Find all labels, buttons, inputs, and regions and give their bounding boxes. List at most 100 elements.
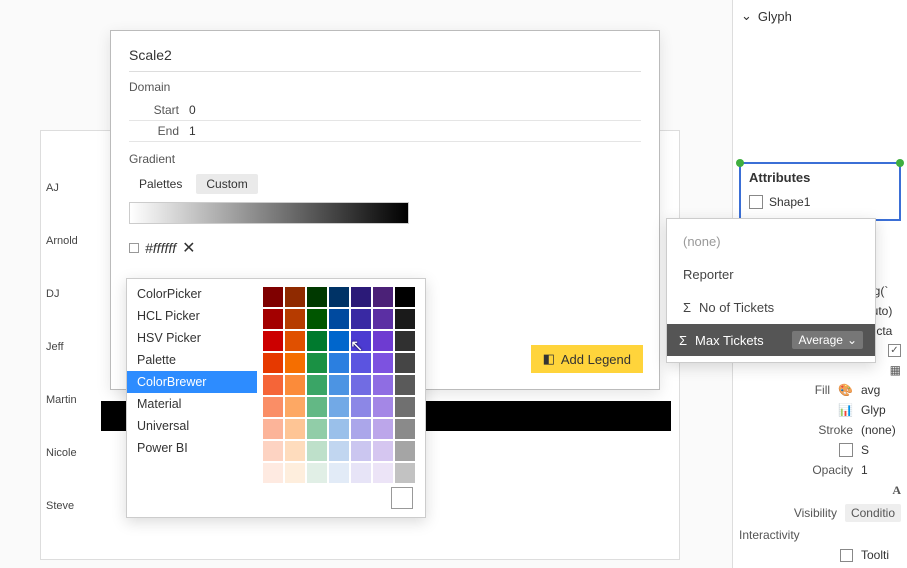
color-swatch[interactable]	[307, 353, 327, 373]
color-swatch[interactable]	[285, 331, 305, 351]
color-swatch[interactable]	[263, 441, 283, 461]
s-row[interactable]: S	[739, 440, 901, 460]
end-value[interactable]: 1	[189, 124, 641, 138]
color-swatch[interactable]	[395, 375, 415, 395]
color-swatch[interactable]	[263, 463, 283, 483]
color-swatch[interactable]	[373, 441, 393, 461]
color-swatch[interactable]	[351, 463, 371, 483]
opacity-row[interactable]: Opacity 1	[739, 460, 901, 480]
grid-icon-row[interactable]: ▦	[739, 360, 901, 380]
close-icon[interactable]: ✕	[182, 238, 195, 258]
color-swatch[interactable]	[307, 463, 327, 483]
color-swatch[interactable]	[285, 419, 305, 439]
color-swatch[interactable]	[373, 419, 393, 439]
glyph-icon-row[interactable]: 📊 Glyp	[739, 400, 901, 420]
color-swatch[interactable]	[285, 309, 305, 329]
color-swatch[interactable]	[329, 397, 349, 417]
checkbox-icon[interactable]: ✓	[888, 344, 901, 357]
color-swatch[interactable]	[263, 309, 283, 329]
color-swatch[interactable]	[307, 441, 327, 461]
field-item-max-tickets[interactable]: Σ Max Tickets Average ⌄	[667, 324, 875, 356]
color-swatch[interactable]	[351, 309, 371, 329]
color-swatch[interactable]	[373, 463, 393, 483]
fill-row[interactable]: Fill 🎨 avg	[739, 380, 901, 400]
color-swatch[interactable]	[285, 375, 305, 395]
color-swatch[interactable]	[395, 441, 415, 461]
color-swatch[interactable]	[351, 287, 371, 307]
stroke-row[interactable]: Stroke (none)	[739, 420, 901, 440]
start-value[interactable]: 0	[189, 103, 641, 117]
domain-end-row[interactable]: End 1	[129, 121, 641, 142]
color-swatch[interactable]	[373, 375, 393, 395]
color-swatch[interactable]	[373, 287, 393, 307]
picker-item-hsv[interactable]: HSV Picker	[127, 327, 257, 349]
tooltip-row[interactable]: Toolti	[739, 545, 901, 565]
tab-palettes[interactable]: Palettes	[129, 174, 192, 194]
panel-section-glyph[interactable]: ⌄ Glyph	[739, 4, 901, 32]
color-swatch[interactable]	[307, 419, 327, 439]
color-swatch[interactable]	[329, 287, 349, 307]
picker-item-colorbrewer[interactable]: ColorBrewer	[127, 371, 257, 393]
color-swatch[interactable]	[395, 309, 415, 329]
color-swatch[interactable]	[351, 353, 371, 373]
color-swatch[interactable]	[263, 375, 283, 395]
aggregation-dropdown[interactable]: Average ⌄	[792, 331, 863, 349]
hex-input-row[interactable]: #ffffff ✕	[129, 238, 641, 258]
color-swatch[interactable]	[395, 419, 415, 439]
picker-item-palette[interactable]: Palette	[127, 349, 257, 371]
color-swatch[interactable]	[329, 309, 349, 329]
color-swatch[interactable]	[351, 375, 371, 395]
color-swatch[interactable]	[373, 309, 393, 329]
picker-item-powerbi[interactable]: Power BI	[127, 437, 257, 459]
color-swatch[interactable]	[395, 331, 415, 351]
field-item-none[interactable]: (none)	[667, 225, 875, 258]
color-swatch[interactable]	[307, 287, 327, 307]
color-swatch[interactable]	[263, 419, 283, 439]
color-swatch[interactable]	[351, 419, 371, 439]
color-swatch[interactable]	[285, 397, 305, 417]
color-swatch[interactable]	[263, 331, 283, 351]
color-swatch[interactable]	[373, 397, 393, 417]
picker-item-universal[interactable]: Universal	[127, 415, 257, 437]
shape-item[interactable]: Shape1	[749, 191, 891, 213]
color-swatch[interactable]	[373, 331, 393, 351]
color-swatch[interactable]	[307, 375, 327, 395]
color-swatch[interactable]	[329, 463, 349, 483]
color-swatch[interactable]	[285, 441, 305, 461]
color-swatch[interactable]	[307, 331, 327, 351]
picker-item-hcl[interactable]: HCL Picker	[127, 305, 257, 327]
hex-value[interactable]: #ffffff	[145, 240, 176, 256]
color-swatch[interactable]	[329, 331, 349, 351]
a-row[interactable]: A	[739, 480, 901, 501]
field-item-reporter[interactable]: Reporter	[667, 258, 875, 291]
field-item-no-tickets[interactable]: Σ No of Tickets	[667, 291, 875, 324]
color-swatch[interactable]	[395, 353, 415, 373]
color-swatch[interactable]	[329, 375, 349, 395]
color-swatch[interactable]	[329, 353, 349, 373]
selected-color-preview[interactable]	[391, 487, 413, 509]
color-swatch[interactable]	[329, 419, 349, 439]
color-swatch[interactable]	[307, 397, 327, 417]
color-swatch[interactable]	[285, 353, 305, 373]
color-swatch[interactable]	[285, 287, 305, 307]
color-swatch[interactable]	[307, 309, 327, 329]
color-swatch[interactable]	[263, 397, 283, 417]
color-swatch[interactable]	[285, 463, 305, 483]
domain-start-row[interactable]: Start 0	[129, 100, 641, 121]
color-swatch[interactable]	[351, 441, 371, 461]
color-swatch[interactable]	[395, 397, 415, 417]
color-swatch[interactable]	[395, 287, 415, 307]
color-swatch[interactable]	[395, 463, 415, 483]
gradient-preview[interactable]	[129, 202, 409, 224]
color-swatch[interactable]	[263, 287, 283, 307]
color-swatch[interactable]	[329, 441, 349, 461]
picker-item-colorpicker[interactable]: ColorPicker	[127, 283, 257, 305]
visibility-row[interactable]: Visibility Conditio	[739, 501, 901, 525]
color-swatch[interactable]	[373, 353, 393, 373]
visibility-value[interactable]: Conditio	[845, 504, 901, 522]
picker-item-material[interactable]: Material	[127, 393, 257, 415]
checkbox-icon[interactable]	[840, 549, 853, 562]
add-legend-button[interactable]: ◧ Add Legend	[531, 345, 643, 373]
color-swatch[interactable]	[263, 353, 283, 373]
color-swatch[interactable]	[351, 397, 371, 417]
